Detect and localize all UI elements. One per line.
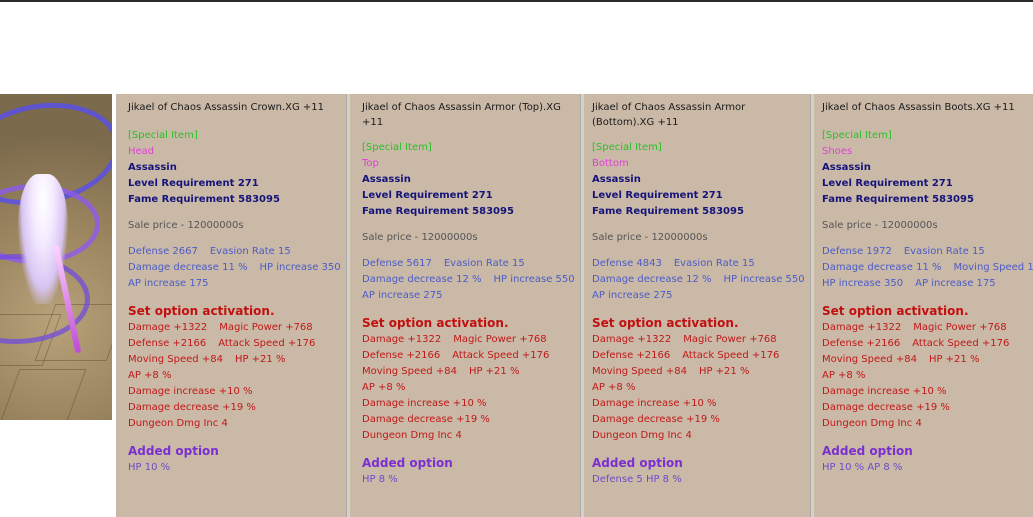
added-option-header: Added option <box>362 456 453 470</box>
stat-row: AP increase 275 <box>362 290 443 301</box>
item-title: Jikael of Chaos Assassin Crown.XG +11 <box>128 102 325 113</box>
level-requirement: Level Requirement 271 <box>822 178 953 189</box>
item-title: Jikael of Chaos Assassin Armor (Bottom).… <box>592 102 746 128</box>
slot-label: Bottom <box>592 158 629 169</box>
set-option-row: Moving Speed +84 HP +21 % <box>128 354 286 365</box>
set-option-row: Damage +1322 Magic Power +768 <box>362 334 547 345</box>
set-option-row: Damage increase +10 % <box>362 398 487 409</box>
set-option-row: Damage decrease +19 % <box>362 414 490 425</box>
set-option-row: AP +8 % <box>822 370 866 381</box>
set-option-row: AP +8 % <box>592 382 636 393</box>
stat-row: HP increase 350 AP increase 175 <box>822 278 996 289</box>
level-requirement: Level Requirement 271 <box>592 190 723 201</box>
class-label: Assassin <box>822 162 871 173</box>
sale-price: Sale price - 12000000s <box>822 220 938 231</box>
set-option-row: Dungeon Dmg Inc 4 <box>128 418 228 429</box>
stat-row: AP increase 275 <box>592 290 673 301</box>
class-label: Assassin <box>592 174 641 185</box>
stat-row: Defense 4843 Evasion Rate 15 <box>592 258 755 269</box>
game-character-scene <box>0 94 112 420</box>
stat-row: Damage decrease 11 % HP increase 350 <box>128 262 341 273</box>
fame-requirement: Fame Requirement 583095 <box>592 206 744 217</box>
set-option-row: Moving Speed +84 HP +21 % <box>592 366 750 377</box>
added-option-header: Added option <box>822 444 913 458</box>
fame-requirement: Fame Requirement 583095 <box>128 194 280 205</box>
set-option-row: Moving Speed +84 HP +21 % <box>362 366 520 377</box>
set-option-row: Damage increase +10 % <box>822 386 947 397</box>
set-option-row: Dungeon Dmg Inc 4 <box>592 430 692 441</box>
fame-requirement: Fame Requirement 583095 <box>822 194 974 205</box>
set-option-row: Defense +2166 Attack Speed +176 <box>822 338 1010 349</box>
added-option-value: HP 10 % AP 8 % <box>822 462 903 473</box>
special-item-label: [Special Item] <box>128 130 198 141</box>
set-option-row: Dungeon Dmg Inc 4 <box>822 418 922 429</box>
set-option-row: Damage +1322 Magic Power +768 <box>822 322 1007 333</box>
sale-price: Sale price - 12000000s <box>362 232 478 243</box>
slot-label: Shoes <box>822 146 853 157</box>
sale-price: Sale price - 12000000s <box>128 220 244 231</box>
set-option-row: Damage increase +10 % <box>128 386 253 397</box>
set-option-row: Defense +2166 Attack Speed +176 <box>362 350 550 361</box>
set-option-row: Damage decrease +19 % <box>822 402 950 413</box>
set-option-row: Moving Speed +84 HP +21 % <box>822 354 980 365</box>
fame-requirement: Fame Requirement 583095 <box>362 206 514 217</box>
set-option-header: Set option activation. <box>822 304 969 318</box>
set-option-row: Damage increase +10 % <box>592 398 717 409</box>
top-border-line <box>0 0 1033 2</box>
set-option-header: Set option activation. <box>362 316 509 330</box>
special-item-label: [Special Item] <box>362 142 432 153</box>
set-option-row: Defense +2166 Attack Speed +176 <box>128 338 316 349</box>
set-option-row: Damage +1322 Magic Power +768 <box>592 334 777 345</box>
added-option-value: HP 10 % <box>128 462 171 473</box>
added-option-value: HP 8 % <box>362 474 398 485</box>
level-requirement: Level Requirement 271 <box>362 190 493 201</box>
sale-price: Sale price - 12000000s <box>592 232 708 243</box>
set-option-row: Dungeon Dmg Inc 4 <box>362 430 462 441</box>
set-option-row: AP +8 % <box>128 370 172 381</box>
stat-row: Defense 2667 Evasion Rate 15 <box>128 246 291 257</box>
stat-row: Damage decrease 11 % Moving Speed 1 <box>822 262 1033 273</box>
special-item-label: [Special Item] <box>592 142 662 153</box>
stat-row: Defense 1972 Evasion Rate 15 <box>822 246 985 257</box>
item-tooltip-crown: Jikael of Chaos Assassin Crown.XG +11 [S… <box>116 94 348 517</box>
class-label: Assassin <box>362 174 411 185</box>
stat-row: Damage decrease 12 % HP increase 550 <box>362 274 575 285</box>
added-option-header: Added option <box>592 456 683 470</box>
stat-row: Damage decrease 12 % HP increase 550 <box>592 274 805 285</box>
added-option-value: Defense 5 HP 8 % <box>592 474 682 485</box>
slot-label: Head <box>128 146 155 157</box>
level-requirement: Level Requirement 271 <box>128 178 259 189</box>
added-option-header: Added option <box>128 444 219 458</box>
item-tooltip-armor-top: Jikael of Chaos Assassin Armor (Top).XG … <box>350 94 584 517</box>
set-option-header: Set option activation. <box>592 316 739 330</box>
item-tooltip-boots: Jikael of Chaos Assassin Boots.XG +11 [S… <box>814 94 1033 517</box>
item-title: Jikael of Chaos Assassin Armor (Top).XG … <box>362 102 561 128</box>
stat-row: AP increase 175 <box>128 278 209 289</box>
set-option-row: Damage decrease +19 % <box>592 414 720 425</box>
special-item-label: [Special Item] <box>822 130 892 141</box>
set-option-header: Set option activation. <box>128 304 275 318</box>
set-option-row: AP +8 % <box>362 382 406 393</box>
set-option-row: Damage decrease +19 % <box>128 402 256 413</box>
item-title: Jikael of Chaos Assassin Boots.XG +11 <box>822 102 1015 113</box>
stat-row: Defense 5617 Evasion Rate 15 <box>362 258 525 269</box>
slot-label: Top <box>362 158 379 169</box>
item-tooltip-armor-bottom: Jikael of Chaos Assassin Armor (Bottom).… <box>584 94 812 517</box>
set-option-row: Damage +1322 Magic Power +768 <box>128 322 313 333</box>
class-label: Assassin <box>128 162 177 173</box>
set-option-row: Defense +2166 Attack Speed +176 <box>592 350 780 361</box>
